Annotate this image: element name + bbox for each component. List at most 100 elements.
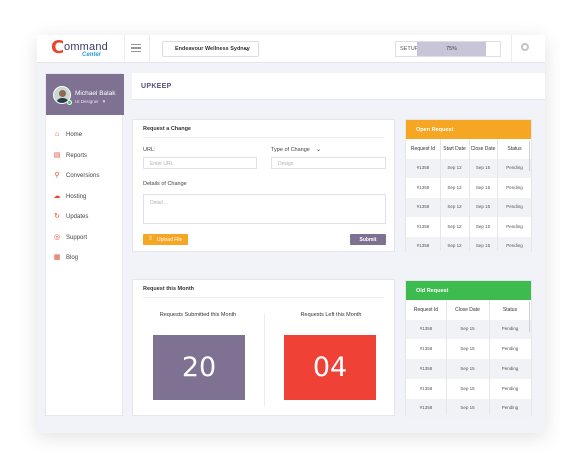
column-header[interactable]: Close Date <box>446 300 489 320</box>
type-select[interactable]: Design <box>271 157 386 169</box>
table-row[interactable]: #1358 Sep 15 Pending <box>406 319 531 340</box>
location-value: Endeavour Wellness Sydney <box>175 46 250 52</box>
column-header[interactable]: Start Date <box>440 139 469 159</box>
table-cell: Sep 15 <box>475 223 491 229</box>
sidebar: Michael Balak UI Designer ▼ ⌂ Home ▤ Reports… <box>45 73 124 416</box>
divider <box>511 35 512 63</box>
table-cell: Pending <box>506 243 523 249</box>
logo[interactable]: C ommand Center <box>51 39 131 61</box>
table-scrollbar[interactable] <box>528 302 530 332</box>
table-cell: Pending <box>501 326 519 332</box>
table-title: Open Request <box>406 120 531 139</box>
table-cell: Sep 15 <box>460 346 475 352</box>
logo-mark: C <box>51 37 65 58</box>
logo-subtext: Center <box>82 52 102 58</box>
setup-progress-bar: 75% <box>417 42 486 56</box>
sidebar-item-label: Hosting <box>66 193 87 200</box>
sidebar-item-hosting[interactable]: ☁ Hosting <box>46 191 124 212</box>
divider <box>149 35 150 63</box>
table-cell: #1358 <box>416 223 430 229</box>
old-request-table: Old Request Request Id Close Date Status #1… <box>405 280 532 418</box>
blog-icon: ▦ <box>53 254 61 261</box>
sidebar-item-label: Conversions <box>66 173 100 179</box>
setup-progress[interactable]: SETUP 75% <box>395 41 501 57</box>
card-title: Request this Month <box>143 286 195 292</box>
table-cell: Sep 12 <box>447 165 462 171</box>
table-row[interactable]: #1358 Sep 15 Pending <box>406 379 531 399</box>
table-cell: Sep 12 <box>447 204 462 210</box>
table-cell: #1358 <box>419 385 433 391</box>
updates-icon: ↻ <box>54 213 60 220</box>
sidebar-item-label: Updates <box>66 214 89 220</box>
column-header[interactable]: Request Id <box>406 139 440 159</box>
divider <box>124 35 125 63</box>
page-title: UPKEEP <box>141 83 172 90</box>
app-window: C ommand Center Endeavour Wellness Sydne… <box>37 35 545 433</box>
top-bar: C ommand Center Endeavour Wellness Sydne… <box>37 35 545 63</box>
menu-icon[interactable] <box>131 44 141 52</box>
submitted-count: 20 <box>153 335 245 400</box>
sidebar-item-conversions[interactable]: ⚲ Conversions <box>46 170 124 191</box>
upload-file-button[interactable]: ⇧ Upload File <box>143 234 188 245</box>
table-cell: #1358 <box>416 243 430 249</box>
table-cell: Sep 12 <box>447 243 462 249</box>
chevron-down-icon[interactable]: ⌄ <box>316 146 321 153</box>
table-cell: Sep 15 <box>475 204 491 210</box>
table-row[interactable]: #1358 Sep 15 Pending <box>406 339 531 359</box>
table-cell: #1358 <box>416 184 430 190</box>
table-scrollbar[interactable] <box>528 141 530 171</box>
table-cell: Sep 15 <box>460 405 475 411</box>
table-cell: #1358 <box>416 204 430 210</box>
column-header[interactable]: Status <box>489 300 531 320</box>
setup-progress-value: 75% <box>445 46 457 52</box>
column-header[interactable]: Status <box>497 139 532 159</box>
conversions-icon: ⚲ <box>54 172 60 179</box>
column-header[interactable]: Request Id <box>406 300 446 320</box>
table-cell: Sep 12 <box>447 184 462 190</box>
table-cell: Pending <box>501 346 519 352</box>
table-cell: Sep 15 <box>475 165 491 171</box>
url-input[interactable]: Enter URL <box>143 157 257 169</box>
table-cell: Sep 15 <box>475 243 491 249</box>
monthly-requests-card: Request this Month Requests Submitted th… <box>132 279 395 416</box>
sidebar-item-updates[interactable]: ↻ Updates <box>46 211 124 232</box>
submit-button[interactable]: Submit <box>350 234 386 245</box>
table-cell: Pending <box>506 204 523 210</box>
table-cell: Pending <box>501 405 519 411</box>
card-title: Request a Change <box>143 126 191 132</box>
submitted-label: Requests Submitted this Month <box>159 312 237 318</box>
table-cell: Pending <box>501 385 519 391</box>
chevron-down-icon: ⌄ <box>243 46 249 52</box>
type-label: Type of Change <box>271 147 310 153</box>
online-status-icon <box>67 100 72 105</box>
sidebar-item-support[interactable]: ◎ Support <box>46 232 124 253</box>
user-profile[interactable]: Michael Balak UI Designer ▼ <box>46 74 124 115</box>
table-cell: Pending <box>501 365 519 371</box>
sidebar-item-home[interactable]: ⌂ Home <box>46 129 124 150</box>
support-icon: ◎ <box>53 233 61 241</box>
table-row[interactable]: #1358 Sep 15 Pending <box>406 359 531 379</box>
details-label: Details of Change <box>143 181 187 187</box>
chevron-down-icon: ▼ <box>101 99 107 104</box>
gear-icon[interactable] <box>521 43 529 51</box>
table-cell: #1358 <box>416 165 430 171</box>
column-header[interactable]: Close Date <box>469 139 497 159</box>
home-icon: ⌂ <box>54 131 60 138</box>
left-count: 04 <box>284 335 376 400</box>
table-cell: Sep 12 <box>447 223 462 229</box>
table-row[interactable]: #1358 Sep 15 Pending <box>406 398 531 418</box>
sidebar-item-reports[interactable]: ▤ Reports <box>46 150 124 171</box>
table-cell: #1358 <box>419 405 433 411</box>
user-role[interactable]: UI Designer ▼ <box>75 99 106 104</box>
setup-label: SETUP <box>400 46 419 52</box>
details-textarea[interactable]: Detail ... <box>143 194 386 224</box>
user-name: Michael Balak <box>75 90 116 97</box>
sidebar-item-blog[interactable]: ▦ Blog <box>46 252 124 273</box>
upload-icon: ⇧ <box>148 236 154 242</box>
table-cell: Sep 15 <box>460 385 475 391</box>
table-title: Old Request <box>406 281 531 300</box>
table-cell: Pending <box>506 223 523 229</box>
location-dropdown[interactable]: Endeavour Wellness Sydney ⌄ <box>162 41 259 57</box>
table-cell: Pending <box>506 184 523 190</box>
open-request-table: Open Request Request Id Start Date Close D… <box>405 119 532 256</box>
